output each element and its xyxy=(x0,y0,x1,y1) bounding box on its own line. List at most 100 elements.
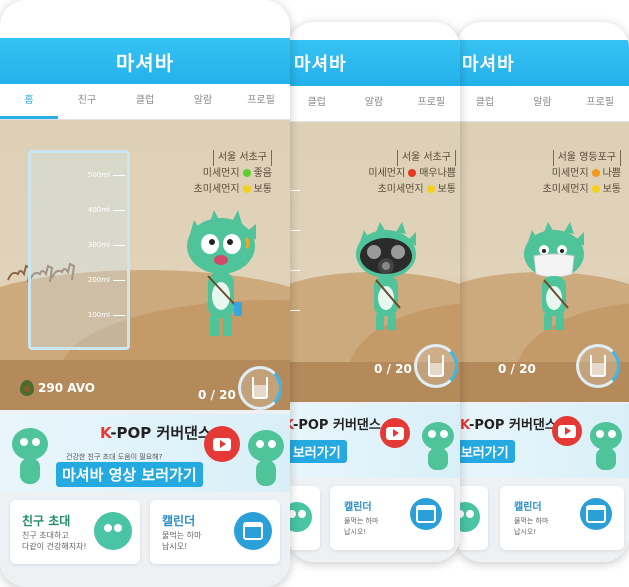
dust-info: 서울 영등포구 미세먼지 나쁨 초미세먼지 보통 xyxy=(543,150,621,198)
location-label: 서울 영등포구 xyxy=(552,150,621,166)
invite-card[interactable]: 친구 초대 친구 초대하고 다같이 건강해지자! xyxy=(10,500,140,564)
dust-info: 서울 서초구 미세먼지 좋음 초미세먼지 보통 xyxy=(194,150,272,198)
kpop-banner[interactable]: K-POP 커버댄스 마셔바 영상 보러가기 xyxy=(456,404,629,478)
avocado-icon xyxy=(20,380,34,396)
ultrafine-dust-dot xyxy=(591,185,600,193)
banner-kpop-title: K-POP 커버댄스 xyxy=(460,418,557,433)
tab-alarm[interactable]: 알람 xyxy=(345,86,402,121)
tab-club[interactable]: 클럽 xyxy=(456,86,514,121)
app-title: 마셔바 xyxy=(462,54,515,75)
tab-club[interactable]: 클럽 xyxy=(116,84,174,119)
tab-profile[interactable]: 프로필 xyxy=(403,86,460,121)
ultrafine-dust-dot xyxy=(426,185,435,193)
calendar-card[interactable]: 캘린더 물먹는 하마 납시오! xyxy=(330,486,454,550)
youtube-icon xyxy=(552,416,582,446)
fine-dust-status: 좋음 xyxy=(253,168,272,179)
tab-home[interactable]: 홈 xyxy=(0,84,58,119)
banner-kpop-title: K-POP 커버댄스 xyxy=(100,424,212,442)
tab-club[interactable]: 클럽 xyxy=(288,86,345,121)
water-count: 0 / 20 xyxy=(498,362,536,376)
mascot-banner-right xyxy=(248,430,284,486)
fine-dust-dot xyxy=(591,169,600,177)
banner-kpop-title: K-POP 커버댄스 xyxy=(288,418,381,433)
app-bar: 마셔바 xyxy=(288,40,460,86)
dust-info: 서울 서초구 미세먼지 매우나쁨 초미세먼지 보통 xyxy=(368,150,456,198)
ultrafine-dust-status: 보통 xyxy=(437,184,456,195)
water-ring[interactable] xyxy=(238,366,282,410)
ultrafine-dust-dot xyxy=(242,185,251,193)
tab-profile[interactable]: 프로필 xyxy=(232,84,290,119)
glass-icon xyxy=(428,355,444,377)
calendar-card[interactable]: 캘린더 물먹는 하마 납시오! xyxy=(500,486,624,550)
calendar-title: 캘린더 xyxy=(514,502,542,513)
water-ring[interactable] xyxy=(576,344,620,388)
cup-tick: 100ml xyxy=(88,311,125,319)
invite-desc: 친구 초대하고 다같이 건강해지자! xyxy=(22,531,87,551)
desert-scene: 서울 영등포구 미세먼지 나쁨 초미세먼지 보통 0 / 20 xyxy=(456,122,629,402)
ultrafine-dust-status: 보통 xyxy=(602,184,621,195)
fine-dust-label: 미세먼지 xyxy=(368,168,406,179)
app-bar: 마셔바 xyxy=(456,40,629,86)
kpop-banner[interactable]: K-POP 커버댄스 건강한 친구 초대 도움이 필요해? 마셔바 영상 보러가… xyxy=(0,414,290,492)
tab-friends[interactable]: 친구 xyxy=(58,84,116,119)
friends-icon xyxy=(288,502,312,532)
ultrafine-dust-label: 초미세먼지 xyxy=(377,184,424,195)
mascot xyxy=(187,210,256,336)
card-row: 캘린더 물먹는 하마 납시오! xyxy=(456,486,629,556)
banner-watch-label: 마셔바 영상 보러가기 xyxy=(56,462,203,487)
youtube-icon xyxy=(204,426,240,462)
calendar-icon xyxy=(580,498,612,530)
calendar-icon xyxy=(410,498,442,530)
youtube-icon xyxy=(380,418,410,448)
fine-dust-dot xyxy=(408,169,417,177)
ultrafine-dust-label: 초미세먼지 xyxy=(193,184,240,195)
fine-dust-status: 나쁨 xyxy=(602,168,621,179)
ultrafine-dust-status: 보통 xyxy=(253,184,272,195)
screen: 마셔바 홈 친구 클럽 알람 프로필 500ml 400ml 300ml 200… xyxy=(0,38,290,587)
ultrafine-dust-label: 초미세먼지 xyxy=(542,184,589,195)
kpop-banner[interactable]: K-POP 커버댄스 마셔바 영상 보러가기 xyxy=(288,404,460,478)
invite-title: 친구 초대 xyxy=(22,514,71,528)
screen: 마셔바 클럽 알람 프로필 서울 서초구 미세먼지 매우나쁨 초미세먼지 보통 xyxy=(288,40,460,562)
avo-count: 290 AVO xyxy=(38,381,95,395)
fine-dust-dot xyxy=(242,169,251,177)
mascot-mask xyxy=(524,222,584,330)
card-row: 캘린더 물먹는 하마 납시오! xyxy=(288,486,460,556)
desert-scene: 서울 서초구 미세먼지 매우나쁨 초미세먼지 보통 0 / 20 xyxy=(288,122,460,402)
card-row: 친구 초대 친구 초대하고 다같이 건강해지자! 캘린더 물먹는 하마 납시오! xyxy=(0,500,290,570)
glass-icon xyxy=(590,355,606,377)
cup-tick: 200ml xyxy=(88,276,125,284)
water-count: 0 / 20 xyxy=(374,362,412,376)
calendar-icon xyxy=(234,512,272,550)
invite-card[interactable] xyxy=(456,486,488,550)
avo-balance[interactable]: 290 AVO xyxy=(20,380,95,396)
calendar-desc: 물먹는 하마 납시오! xyxy=(344,517,379,536)
water-ring[interactable] xyxy=(414,344,458,388)
fine-dust-label: 미세먼지 xyxy=(202,168,240,179)
water-count: 0 / 20 xyxy=(198,388,236,402)
calendar-card[interactable]: 캘린더 물먹는 하마 납시오! xyxy=(150,500,280,564)
cup-tick: 300ml xyxy=(88,241,125,249)
location-label: 서울 서초구 xyxy=(396,150,456,166)
banner-watch-label: 마셔바 영상 보러가기 xyxy=(288,440,347,463)
mascot-banner xyxy=(590,422,622,470)
tab-bar: 홈 친구 클럽 알람 프로필 xyxy=(0,84,290,120)
invite-card[interactable] xyxy=(288,486,320,550)
mascot-gasmask xyxy=(356,222,416,330)
app-title: 마셔바 xyxy=(294,54,347,75)
cup-tick: 400ml xyxy=(88,206,125,214)
tab-profile[interactable]: 프로필 xyxy=(571,86,629,121)
mascot-banner xyxy=(422,422,454,470)
tab-bar: 클럽 알람 프로필 xyxy=(456,86,629,122)
app-title: 마셔바 xyxy=(115,50,175,75)
tab-alarm[interactable]: 알람 xyxy=(174,84,232,119)
tab-alarm[interactable]: 알람 xyxy=(514,86,572,121)
phone-main: 마셔바 홈 친구 클럽 알람 프로필 500ml 400ml 300ml 200… xyxy=(0,0,290,587)
phone-right: 마셔바 클럽 알람 프로필 서울 영등포구 미세먼지 나쁨 초미세먼지 보통 0… xyxy=(456,22,629,562)
tab-bar: 클럽 알람 프로필 xyxy=(288,86,460,122)
calendar-desc: 물먹는 하마 납시오! xyxy=(514,517,549,536)
cup-tick: 500ml xyxy=(88,171,125,179)
glass-icon xyxy=(252,377,268,399)
calendar-title: 캘린더 xyxy=(344,502,372,513)
calendar-desc: 물먹는 하마 납시오! xyxy=(162,531,202,551)
